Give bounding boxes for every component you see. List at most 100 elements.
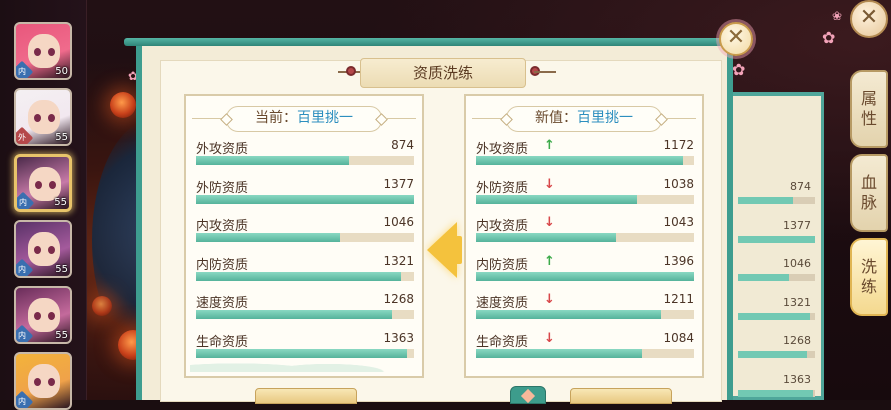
stat-bar [196, 310, 414, 319]
stat-value: 1043 [663, 215, 694, 229]
new-hero-name: 百里挑一 [577, 110, 633, 126]
stat-value: 874 [391, 138, 414, 152]
dialog-top-bar [124, 38, 744, 46]
stat-value: 1268 [383, 292, 414, 306]
back-stat-value: 1377 [783, 218, 811, 232]
stat-row: 内攻资质 ↓ 1043 [474, 215, 694, 249]
side-tab-0[interactable]: 属性 [850, 70, 888, 148]
arrow-up-icon: ↑ [544, 138, 555, 153]
stat-name: 外防资质 [196, 180, 249, 196]
hero-eye [48, 48, 55, 56]
back-stat-row: 1321 [738, 296, 815, 320]
stat-bar [476, 310, 694, 319]
back-stat-bar [738, 351, 815, 358]
hero-type-label: 内 [18, 397, 26, 406]
stat-value: 1363 [383, 330, 414, 345]
back-stat-bar-fill [738, 197, 794, 204]
stat-row: 内防资质 ↑ 1396 [474, 254, 694, 288]
back-stat-bar [738, 274, 815, 281]
hero-face [29, 167, 61, 201]
stat-bar [476, 194, 694, 204]
back-stat-row: 874 [738, 180, 815, 204]
hero-eye [49, 181, 56, 189]
title-ornament [346, 66, 356, 76]
hero-list[interactable]: 内 50 外 55 内 55 内 55 内 55 内 [0, 0, 87, 410]
panel-head-ornament [472, 118, 502, 119]
stat-name: 生命资质 [476, 334, 529, 350]
hero-type-label: 外 [18, 133, 26, 142]
back-stat-bar-fill [738, 274, 789, 281]
current-hero-name: 百里挑一 [297, 110, 353, 126]
close-icon[interactable]: ✕ [719, 22, 753, 56]
lantern-icon [92, 296, 112, 316]
stat-name: 生命资质 [196, 334, 249, 350]
stat-bar-fill [476, 233, 616, 242]
side-tab-label: 属 [860, 89, 877, 108]
hero-portrait[interactable]: 内 55 [14, 286, 72, 344]
stat-bar [476, 271, 694, 281]
back-stat-bar-fill [738, 351, 808, 358]
hero-face [28, 298, 60, 332]
stat-row: 外攻资质 ↑ 1172 [474, 138, 694, 172]
back-stat-bar [738, 312, 815, 320]
stat-value: 1321 [383, 253, 414, 268]
hero-level: 55 [55, 132, 68, 143]
hero-face [28, 364, 60, 398]
hero-type-label: 内 [18, 67, 26, 76]
stat-name: 外攻资质 [476, 142, 529, 157]
back-stat-bar [738, 389, 815, 397]
stat-bar-fill [196, 194, 414, 204]
stat-value: 1046 [383, 215, 414, 229]
stat-row: 内防资质 1321 [194, 254, 414, 288]
hero-portrait[interactable]: 内 55 [14, 154, 72, 212]
new-hero-header: 新值：百里挑一 [500, 106, 668, 132]
new-stats-panel: 新值：百里挑一 外攻资质 ↑ 1172 外防资质 ↓ 1038 内攻资质 ↓ 1043 内防资质 ↑… [464, 94, 704, 378]
stat-bar-fill [476, 194, 638, 204]
corner-close-icon[interactable]: ✕ [850, 0, 888, 38]
hero-face [28, 34, 60, 68]
side-tab-1[interactable]: 血脉 [850, 154, 888, 232]
hero-portrait[interactable]: 内 [14, 352, 72, 410]
blossom-icon: ❀ [832, 9, 843, 23]
stat-bar-fill [476, 310, 662, 319]
side-tab-label: 性 [860, 109, 877, 128]
stat-value: 1377 [383, 176, 414, 191]
stat-bar [476, 156, 694, 165]
hero-level: 50 [55, 66, 68, 77]
keep-button[interactable] [255, 388, 357, 404]
back-stat-value: 1321 [783, 295, 811, 309]
hero-portrait[interactable]: 内 50 [14, 22, 72, 80]
stat-bar [196, 271, 414, 281]
diamond-icon [655, 113, 668, 126]
stat-value: 1211 [663, 292, 694, 306]
hero-portrait[interactable]: 外 55 [14, 88, 72, 146]
stat-bar-fill [196, 271, 401, 281]
hero-level: 55 [54, 197, 67, 208]
back-stat-value: 1046 [783, 257, 811, 270]
back-stat-value: 874 [790, 180, 811, 193]
wave-decoration [190, 352, 420, 372]
hero-portrait[interactable]: 内 55 [14, 220, 72, 278]
stat-name: 速度资质 [196, 296, 249, 311]
stat-bar-fill [476, 348, 642, 358]
side-tab-2[interactable]: 洗练 [850, 238, 888, 316]
stat-name: 内攻资质 [476, 219, 529, 234]
back-stat-row: 1377 [738, 219, 815, 243]
current-label: 当前： [255, 110, 297, 126]
refine-button[interactable] [570, 388, 672, 404]
background-stat-panel: 874 1377 1046 1321 1268 1363 [720, 92, 824, 400]
back-stat-value: 1268 [783, 334, 811, 347]
stat-name: 内攻资质 [196, 219, 249, 234]
hero-level: 55 [55, 264, 68, 275]
current-hero-header: 当前：百里挑一 [220, 106, 388, 132]
back-stat-row: 1046 [738, 257, 815, 281]
stat-bar-fill [476, 156, 684, 165]
stat-bar-fill [196, 310, 393, 319]
side-tab-label: 脉 [860, 193, 877, 212]
hero-eye [48, 114, 55, 122]
arrow-down-icon: ↓ [544, 330, 555, 346]
side-tab-label: 洗 [860, 257, 877, 276]
stat-bar [196, 156, 414, 165]
stat-value: 1396 [663, 253, 694, 268]
hero-eye [34, 312, 41, 320]
